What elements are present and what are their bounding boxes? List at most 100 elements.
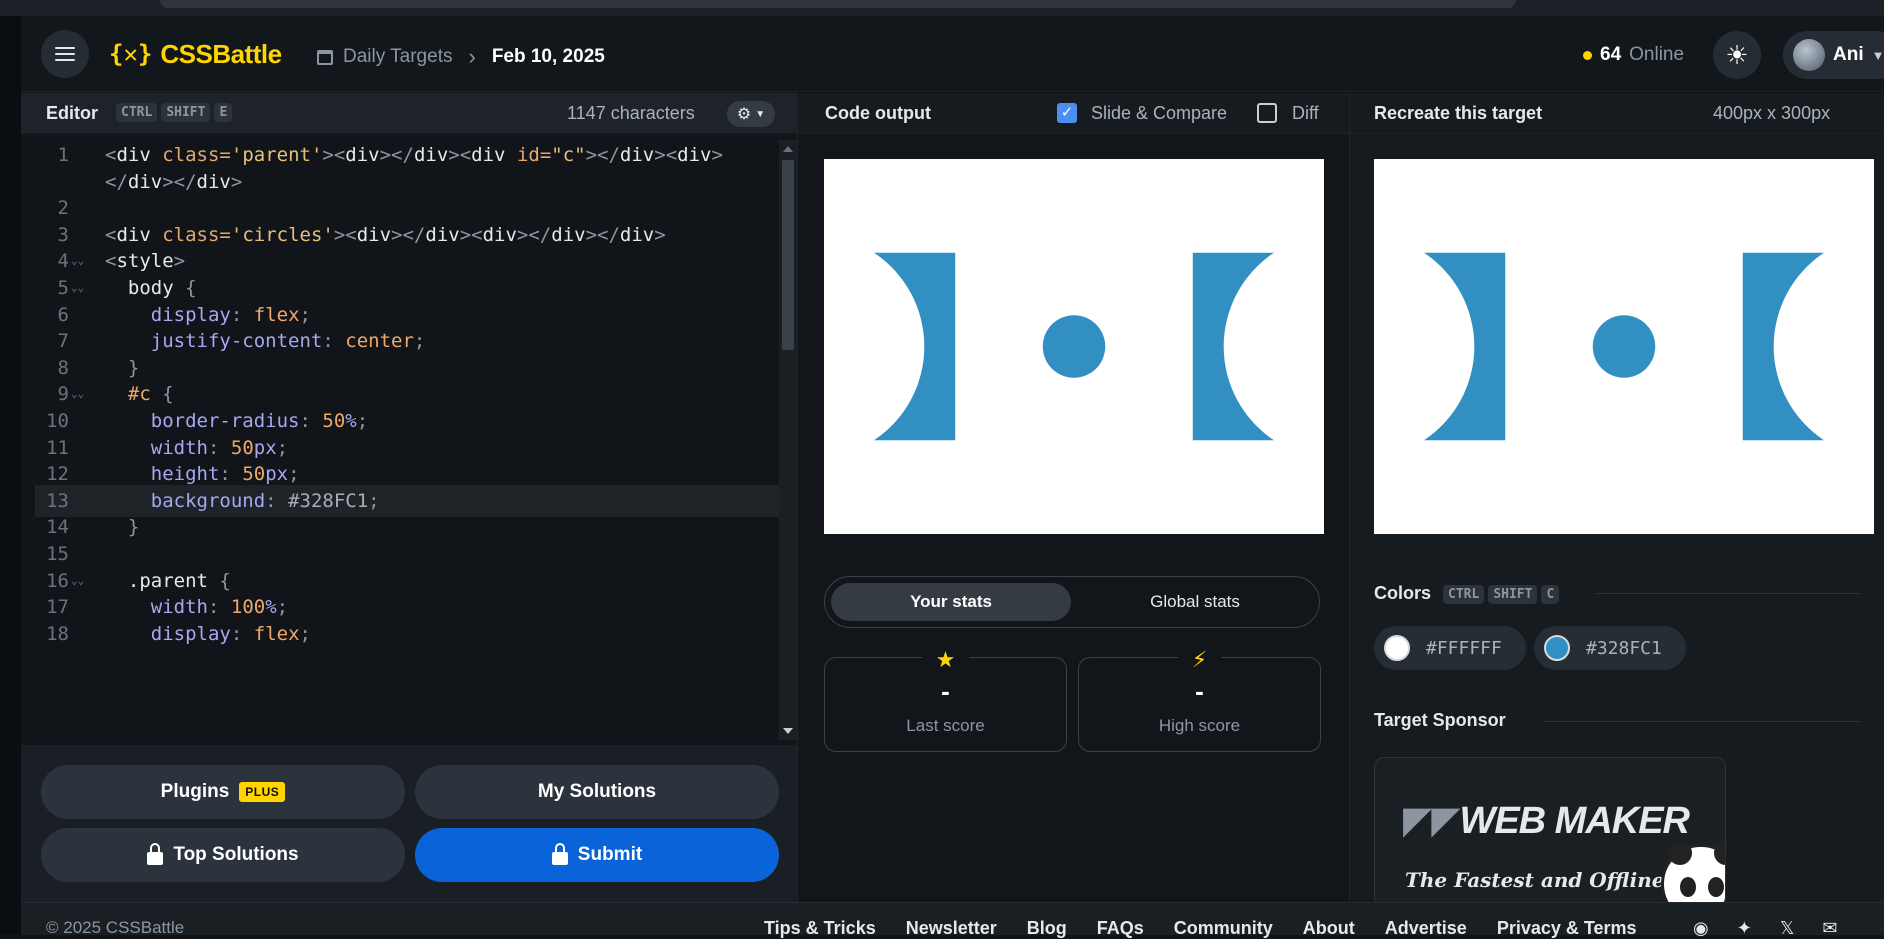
character-count: 1147 characters — [567, 103, 695, 123]
sponsor-logo: ◤◤WEB MAKER — [1403, 798, 1690, 843]
scrollbar-thumb[interactable] — [782, 160, 794, 350]
divider — [1596, 593, 1860, 594]
theme-toggle-button[interactable]: ☀ — [1713, 31, 1761, 79]
breadcrumb-section[interactable]: Daily Targets — [343, 46, 452, 68]
user-menu-button[interactable]: Ani ▼ — [1783, 31, 1884, 79]
target-title: Recreate this target — [1374, 103, 1543, 123]
color-swatch-blue[interactable]: #328FC1 — [1534, 626, 1686, 670]
footer-link-about[interactable]: About — [1303, 918, 1355, 939]
high-score-card: ⚡ - High score — [1078, 648, 1321, 752]
breadcrumb-date: Feb 10, 2025 — [491, 46, 605, 67]
x-icon[interactable]: 𝕏 — [1780, 918, 1795, 939]
sponsor-card[interactable]: ◤◤WEB MAKER The Fastest and Offline — [1374, 757, 1726, 907]
shortcut-key: SHIFT — [161, 103, 211, 122]
editor-title: Editor — [46, 103, 98, 123]
lock-icon — [147, 842, 164, 865]
tab-your-stats[interactable]: Your stats — [831, 583, 1071, 621]
calendar-icon — [317, 49, 333, 65]
editor-actions: Plugins PLUS My Solutions Top Solutions … — [21, 745, 797, 902]
last-score-value: - — [941, 676, 950, 706]
chevron-right-icon: › — [468, 44, 476, 69]
sponsor-triangle-icon: ◤◤ — [1403, 800, 1460, 842]
plugins-label: Plugins — [160, 781, 230, 802]
footer-link-privacy[interactable]: Privacy & Terms — [1497, 918, 1637, 939]
sun-icon: ☀ — [1725, 39, 1749, 70]
line-number: 18 — [46, 622, 69, 645]
footer-link-advertise[interactable]: Advertise — [1385, 918, 1467, 939]
center-circle — [1042, 315, 1106, 378]
my-solutions-button[interactable]: My Solutions — [415, 765, 779, 819]
slide-compare-checkbox[interactable]: ✓ — [1057, 103, 1077, 123]
footer-link-community[interactable]: Community — [1174, 918, 1273, 939]
footer-link-faqs[interactable]: FAQs — [1097, 918, 1144, 939]
code-output-header: Code output ✓ Slide & Compare Diff — [798, 93, 1350, 134]
footer-links: Tips & Tricks Newsletter Blog FAQs Commu… — [764, 918, 1637, 939]
footer-link-newsletter[interactable]: Newsletter — [906, 918, 997, 939]
footer-link-blog[interactable]: Blog — [1027, 918, 1067, 939]
color-dot — [1384, 635, 1410, 661]
code-output-title: Code output — [825, 103, 931, 123]
code-line[interactable]: 18 display: flex; — [21, 618, 781, 650]
submit-button[interactable]: Submit — [415, 828, 779, 882]
scroll-down-icon[interactable] — [783, 728, 793, 734]
lightning-icon: ⚡ — [1177, 648, 1222, 672]
output-canvas[interactable] — [824, 159, 1324, 534]
shortcut-key: CTRL — [1443, 585, 1485, 604]
center-circle — [1592, 315, 1656, 378]
online-dot-icon — [1583, 50, 1592, 60]
shortcut-key: CTRL — [116, 103, 158, 122]
my-solutions-label: My Solutions — [537, 781, 657, 802]
slide-compare-label[interactable]: Slide & Compare — [1091, 103, 1227, 124]
menu-button[interactable] — [41, 30, 89, 78]
editor-scrollbar[interactable] — [779, 140, 797, 740]
left-edge-strip — [0, 16, 21, 935]
scroll-up-icon[interactable] — [783, 146, 793, 152]
plus-badge: PLUS — [239, 782, 286, 802]
user-name: Ani — [1833, 44, 1864, 65]
panda-icon — [1661, 841, 1725, 906]
top-solutions-button[interactable]: Top Solutions — [41, 828, 405, 882]
target-dimensions: 400px x 300px — [1713, 103, 1831, 123]
sponsor-title: Target Sponsor — [1374, 710, 1506, 730]
high-score-value: - — [1195, 676, 1204, 706]
code-output-panel: Code output ✓ Slide & Compare Diff Your … — [797, 93, 1350, 902]
bluesky-icon[interactable]: ✦ — [1737, 918, 1752, 939]
chevron-down-icon: ▼ — [1871, 47, 1884, 63]
tab-global-stats[interactable]: Global stats — [1075, 583, 1315, 621]
target-panel: Recreate this target 400px x 300px Color… — [1349, 93, 1884, 907]
shortcut-key: SHIFT — [1488, 585, 1538, 604]
target-header: Recreate this target 400px x 300px — [1350, 93, 1884, 134]
logo[interactable]: {✕} CSSBattle — [109, 39, 282, 69]
online-count: 64 — [1600, 44, 1622, 65]
browser-scroll-indicator — [160, 0, 1516, 8]
submit-label: Submit — [577, 844, 643, 865]
discord-icon[interactable]: ◉ — [1693, 918, 1709, 939]
colors-title: Colors — [1374, 582, 1432, 603]
color-hex: #FFFFFF — [1426, 637, 1502, 659]
sponsor-heading: Target Sponsor — [1374, 710, 1506, 731]
last-score-card: ★ - Last score — [824, 648, 1067, 752]
diff-checkbox[interactable] — [1257, 103, 1277, 123]
hamburger-icon — [55, 47, 75, 61]
color-swatch-white[interactable]: #FFFFFF — [1374, 626, 1526, 670]
code-editor[interactable]: 1 <div class='parent'><div></div><div id=… — [21, 135, 797, 745]
online-status: 64 Online — [1583, 44, 1684, 66]
target-canvas[interactable] — [1374, 159, 1874, 534]
editor-shortcut: CTRL SHIFT E — [112, 103, 233, 122]
lock-icon — [551, 842, 568, 865]
email-icon[interactable]: ✉ — [1822, 918, 1837, 939]
sponsor-name: WEB MAKER — [1459, 800, 1690, 842]
stats-toggle: Your stats Global stats — [824, 576, 1320, 628]
plugins-button[interactable]: Plugins PLUS — [41, 765, 405, 819]
code-text[interactable]: display: flex; — [105, 618, 311, 650]
top-solutions-label: Top Solutions — [173, 844, 299, 865]
footer-link-tips[interactable]: Tips & Tricks — [764, 918, 876, 939]
diff-label[interactable]: Diff — [1292, 103, 1319, 124]
high-score-label: High score — [1158, 716, 1241, 735]
avatar — [1793, 39, 1825, 71]
shortcut-key: E — [214, 103, 233, 122]
copyright: © 2025 CSSBattle — [46, 918, 185, 937]
color-hex: #328FC1 — [1586, 637, 1662, 659]
online-label: Online — [1629, 44, 1685, 65]
editor-settings-button[interactable]: ⚙ ▼ — [727, 101, 775, 127]
